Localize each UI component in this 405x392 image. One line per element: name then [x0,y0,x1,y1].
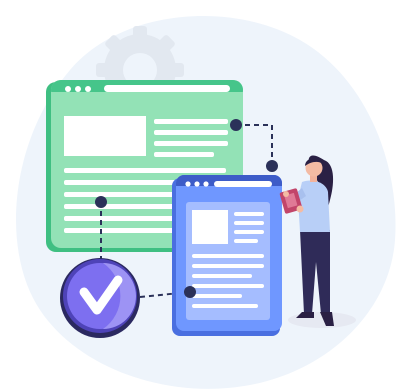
address-bar [104,85,230,92]
checkmark-badge-icon [60,258,140,338]
address-bar [214,181,272,187]
window-dots [65,86,91,92]
image-placeholder [192,210,228,244]
browser-window-blue [172,175,282,336]
image-placeholder [64,116,146,156]
document-approval-illustration [16,15,396,389]
window-dots [185,181,209,187]
